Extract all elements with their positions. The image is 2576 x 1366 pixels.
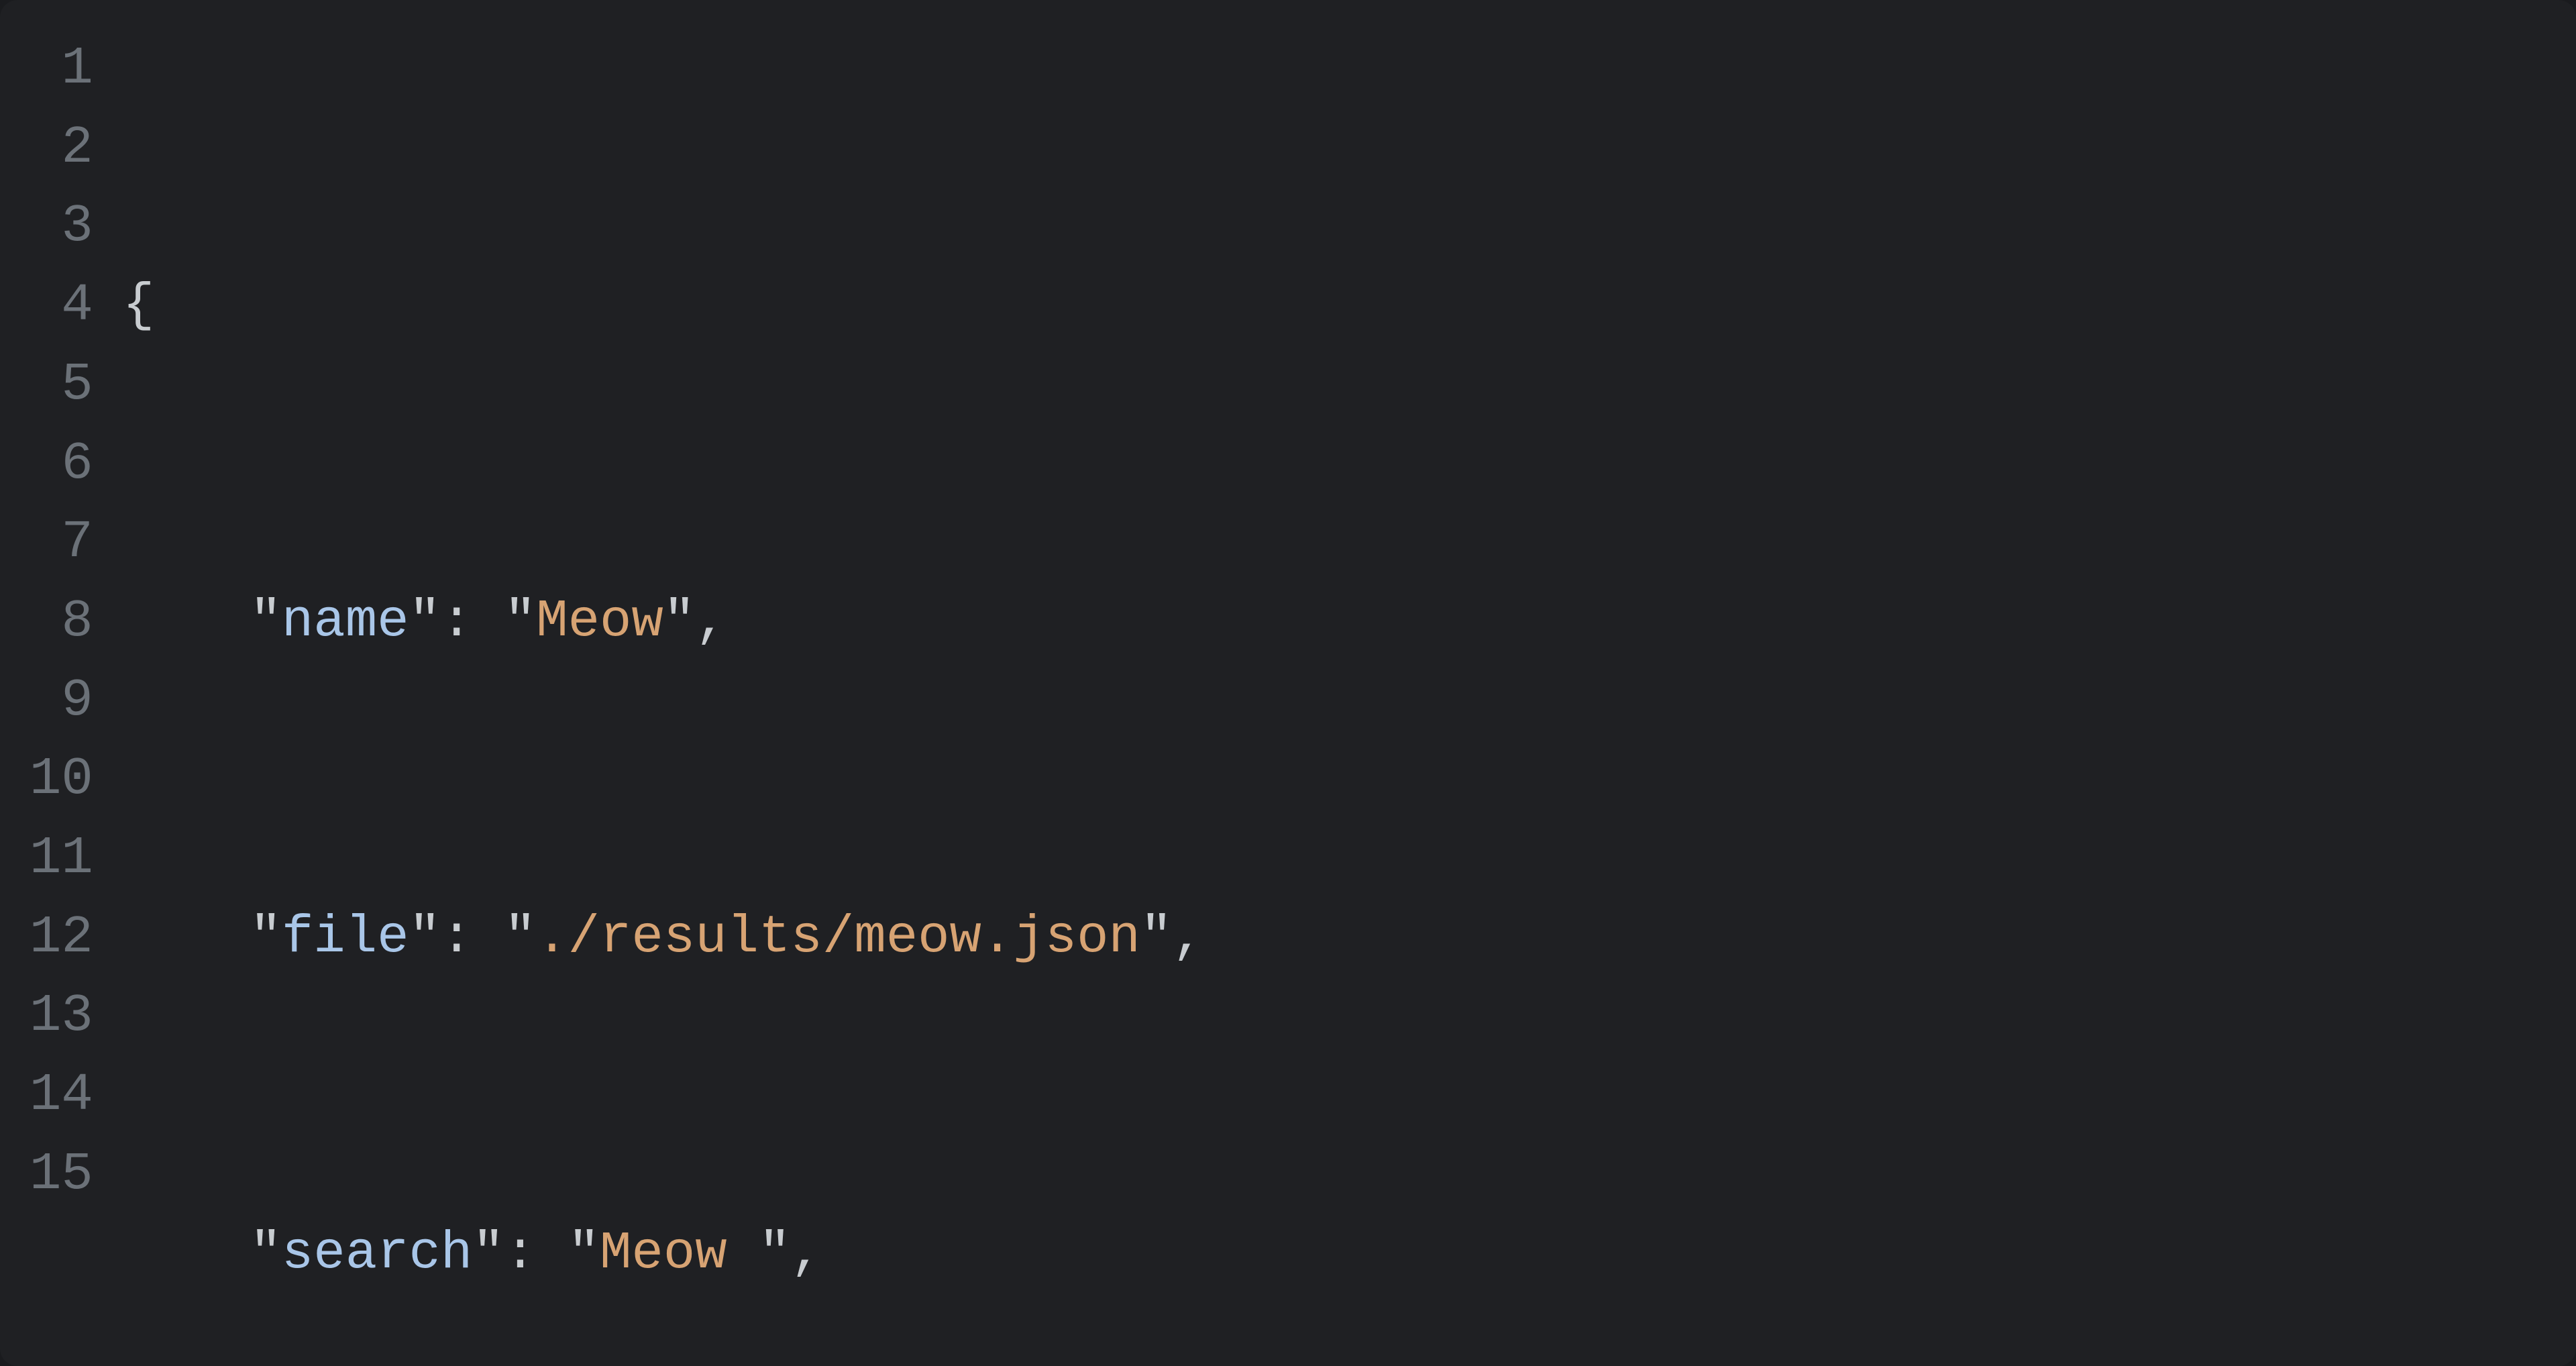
code-line[interactable]: { [123, 266, 2576, 346]
indent [123, 907, 250, 967]
json-key-search: "search" [250, 1223, 504, 1283]
line-number: 6 [30, 425, 93, 504]
line-number: 13 [30, 977, 93, 1056]
line-number: 14 [30, 1056, 93, 1135]
brace-open: { [123, 275, 154, 335]
json-value-search: "Meow " [568, 1223, 791, 1283]
json-key-file: "file" [250, 907, 440, 967]
indent [123, 591, 250, 651]
line-number: 1 [30, 30, 93, 109]
json-value-file: "./results/meow.json" [504, 907, 1173, 967]
json-value-name: "Meow" [504, 591, 695, 651]
code-area[interactable]: 1 2 3 4 5 6 7 8 9 10 11 12 13 14 15 { "n… [0, 30, 2576, 1366]
line-number: 8 [30, 582, 93, 662]
line-number: 4 [30, 266, 93, 346]
line-number: 2 [30, 109, 93, 188]
line-number: 15 [30, 1135, 93, 1214]
json-key-name: "name" [250, 591, 440, 651]
code-line[interactable]: "file": "./results/meow.json", [123, 898, 2576, 978]
line-number: 12 [30, 898, 93, 978]
line-number: 11 [30, 819, 93, 898]
line-number: 9 [30, 662, 93, 741]
line-number-gutter: 1 2 3 4 5 6 7 8 9 10 11 12 13 14 15 [0, 30, 123, 1366]
code-content[interactable]: { "name": "Meow", "file": "./results/meo… [123, 30, 2576, 1366]
line-number: 10 [30, 740, 93, 819]
code-editor-panel: 1 2 3 4 5 6 7 8 9 10 11 12 13 14 15 { "n… [0, 0, 2576, 1366]
line-number: 7 [30, 503, 93, 582]
indent [123, 1223, 250, 1283]
code-line[interactable]: "name": "Meow", [123, 582, 2576, 662]
line-number: 5 [30, 346, 93, 425]
code-line[interactable]: "search": "Meow ", [123, 1214, 2576, 1294]
line-number: 3 [30, 187, 93, 266]
